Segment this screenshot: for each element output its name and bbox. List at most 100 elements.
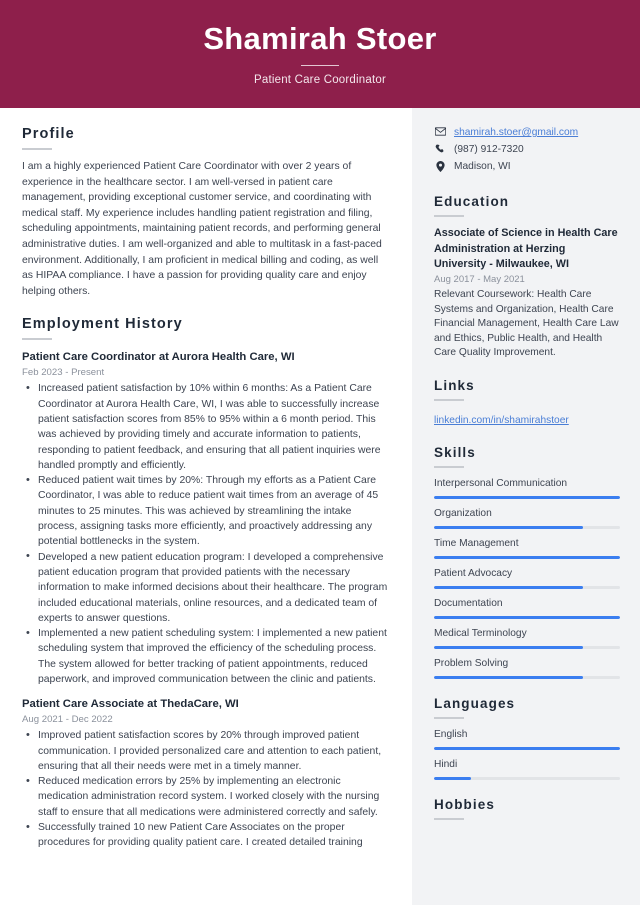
language-label: Hindi — [434, 758, 458, 770]
section-divider — [434, 465, 464, 468]
skill-label: Documentation — [434, 597, 503, 609]
list-item: Improved patient satisfaction scores by … — [22, 728, 390, 774]
resume-header: Shamirah Stoer Patient Care Coordinator — [0, 0, 640, 108]
skill-label: Organization — [434, 507, 492, 519]
language-bar-track — [434, 746, 620, 750]
envelope-icon — [434, 126, 446, 136]
phone-icon — [434, 143, 446, 154]
section-divider — [434, 215, 464, 217]
skill-label: Problem Solving — [434, 657, 509, 669]
languages-list: English Hindi — [434, 728, 620, 780]
header-divider — [301, 65, 339, 67]
skill-bar-track — [434, 675, 620, 679]
skill-label: Medical Terminology — [434, 627, 527, 639]
phone-number: (987) 912-7320 — [454, 144, 524, 155]
skill-bar-track — [434, 585, 620, 589]
skill-item: Organization — [434, 507, 620, 529]
list-item: Successfully trained 10 new Patient Care… — [22, 820, 390, 851]
skill-bar-track — [434, 495, 620, 499]
skill-label: Time Management — [434, 537, 519, 549]
skill-item: Medical Terminology — [434, 627, 620, 649]
links-heading: Links — [434, 377, 475, 393]
skill-item: Time Management — [434, 537, 620, 559]
language-item: English — [434, 728, 620, 750]
contact-location-row: Madison, WI — [434, 160, 620, 174]
language-bar-fill — [434, 776, 472, 780]
skill-bar-track — [434, 645, 620, 649]
job-date: Aug 2021 - Dec 2022 — [22, 714, 113, 726]
section-divider — [434, 716, 464, 719]
profile-section: Profile I am a highly experienced Patien… — [22, 126, 390, 299]
main-column: Profile I am a highly experienced Patien… — [0, 108, 412, 905]
skill-bar-fill — [434, 645, 583, 649]
skill-item: Documentation — [434, 597, 620, 619]
skills-heading: Skills — [434, 444, 476, 460]
job-date: Feb 2023 - Present — [22, 367, 105, 379]
list-item: Reduced medication errors by 25% by impl… — [22, 774, 390, 820]
section-divider — [22, 148, 52, 150]
list-item: Increased patient satisfaction by 10% wi… — [22, 381, 390, 473]
job-bullet-list: Improved patient satisfaction scores by … — [22, 728, 390, 850]
skill-bar-fill — [434, 585, 583, 589]
resume-page: Shamirah Stoer Patient Care Coordinator … — [0, 0, 640, 905]
section-divider — [434, 817, 464, 820]
email-link[interactable]: shamirah.stoer@gmail.com — [454, 126, 578, 140]
education-section: Education Associate of Science in Health… — [434, 194, 620, 361]
page-title: Shamirah Stoer — [203, 20, 437, 56]
skill-item: Patient Advocacy — [434, 567, 620, 589]
list-item: Developed a new patient education progra… — [22, 549, 390, 626]
skill-bar-track — [434, 525, 620, 529]
links-section: Links linkedin.com/in/shamirahstoer — [434, 378, 620, 428]
header-subtitle: Patient Care Coordinator — [253, 74, 386, 87]
list-item: Implemented a new patient scheduling sys… — [22, 626, 390, 687]
education-title: Associate of Science in Health Care Admi… — [434, 227, 618, 270]
resume-body: Profile I am a highly experienced Patien… — [0, 108, 640, 905]
skill-bar-fill — [434, 525, 583, 529]
job-bullet-list: Increased patient satisfaction by 10% wi… — [22, 381, 390, 687]
skill-bar-fill — [434, 555, 620, 559]
skill-bar-fill — [434, 615, 620, 619]
language-bar-fill — [434, 746, 620, 750]
skill-bar-track — [434, 555, 620, 559]
skills-section: Skills Interpersonal Communication Organi… — [434, 445, 620, 679]
education-date: Aug 2017 - May 2021 — [434, 273, 525, 285]
contact-block: shamirah.stoer@gmail.com (987) 912-7320 … — [434, 126, 620, 174]
language-bar-track — [434, 776, 620, 780]
language-item: Hindi — [434, 758, 620, 780]
job-title: Patient Care Associate at ThedaCare, WI — [22, 698, 239, 711]
skill-label: Patient Advocacy — [434, 567, 513, 579]
languages-section: Languages English Hindi — [434, 696, 620, 780]
employment-list: Patient Care Coordinator at Aurora Healt… — [22, 349, 390, 850]
languages-heading: Languages — [434, 695, 516, 711]
hobbies-heading: Hobbies — [434, 796, 495, 812]
profile-text: I am a highly experienced Patient Care C… — [22, 161, 382, 297]
education-list: Associate of Science in Health Care Admi… — [434, 226, 620, 361]
section-divider — [22, 338, 52, 341]
skill-item: Interpersonal Communication — [434, 477, 620, 499]
language-label: English — [434, 728, 468, 740]
skill-item: Problem Solving — [434, 657, 620, 679]
map-pin-icon — [434, 160, 446, 172]
sidebar-column: shamirah.stoer@gmail.com (987) 912-7320 … — [412, 108, 640, 905]
hobbies-section: Hobbies — [434, 797, 620, 820]
contact-phone-row: (987) 912-7320 — [434, 143, 620, 157]
education-description: Relevant Coursework: Health Care Systems… — [434, 289, 619, 359]
skill-label: Interpersonal Communication — [434, 477, 568, 489]
employment-section: Employment History Patient Care Coordina… — [22, 316, 390, 850]
job-entry: Patient Care Associate at ThedaCare, WI A… — [22, 696, 390, 850]
location-text: Madison, WI — [454, 161, 511, 172]
employment-heading: Employment History — [22, 316, 183, 333]
education-entry: Associate of Science in Health Care Admi… — [434, 226, 620, 361]
contact-email-row[interactable]: shamirah.stoer@gmail.com — [434, 126, 620, 140]
profile-heading: Profile — [22, 126, 75, 142]
education-heading: Education — [434, 194, 510, 209]
list-item: Reduced patient wait times by 20%: Throu… — [22, 473, 390, 549]
skills-list: Interpersonal Communication Organization T… — [434, 477, 620, 679]
job-title: Patient Care Coordinator at Aurora Healt… — [22, 351, 295, 364]
skill-bar-track — [434, 615, 620, 619]
skill-bar-fill — [434, 495, 620, 499]
links-list: linkedin.com/in/shamirahstoer — [434, 410, 620, 428]
section-divider — [434, 398, 464, 401]
profile-link[interactable]: linkedin.com/in/shamirahstoer — [434, 415, 569, 426]
skill-bar-fill — [434, 675, 583, 679]
